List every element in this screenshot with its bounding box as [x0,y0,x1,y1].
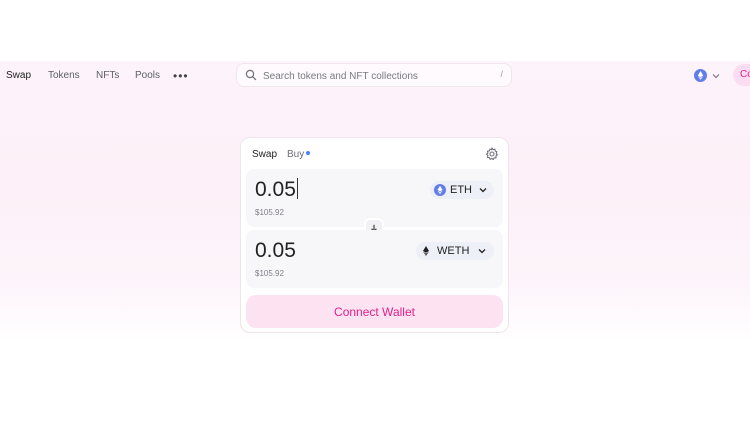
ethereum-icon [434,184,446,196]
connect-wallet-button[interactable]: Connect Wallet [246,295,503,328]
top-blank-area [0,0,750,61]
search-bar[interactable]: / [236,63,512,87]
weth-icon [423,246,429,256]
sell-token-selector[interactable]: ETH [430,181,494,199]
ethereum-icon [694,69,707,82]
ellipsis-icon[interactable]: ••• [173,69,189,83]
nav-item-tokens[interactable]: Tokens [48,70,80,81]
search-input[interactable] [261,68,485,84]
nav-item-nfts[interactable]: NFTs [96,70,119,81]
chain-selector[interactable] [693,67,723,85]
text-caret [296,178,298,199]
chevron-down-icon [712,74,720,79]
page: Swap Tokens NFTs Pools ••• / Co Swap Buy [0,0,750,422]
buy-amount-input[interactable]: 0.05 [255,239,296,263]
sell-usd-value: $105.92 [255,208,284,217]
swap-card: Swap Buy 0.05 $105.92 ETH 0.05 $105.92 W… [240,137,509,333]
tab-buy[interactable]: Buy [287,149,304,160]
sell-token-symbol: ETH [450,184,472,196]
chevron-down-icon [478,249,486,254]
buy-token-selector[interactable]: WETH [416,242,494,260]
sell-amount-input[interactable]: 0.05 [255,178,298,202]
gear-icon[interactable] [485,147,499,161]
nav-item-pools[interactable]: Pools [135,70,160,81]
chevron-down-icon [479,188,487,193]
header-connect-button[interactable]: Co [733,64,750,86]
nav-item-swap[interactable]: Swap [6,70,31,81]
buy-badge-dot [306,151,310,155]
search-shortcut-hint: / [500,69,503,79]
buy-usd-value: $105.92 [255,269,284,278]
buy-token-symbol: WETH [437,245,470,257]
buy-panel: 0.05 $105.92 WETH [246,230,503,288]
tab-swap[interactable]: Swap [252,149,277,160]
sell-amount-value: 0.05 [255,178,296,201]
bottom-blank-area [0,343,750,422]
search-icon [245,69,257,81]
